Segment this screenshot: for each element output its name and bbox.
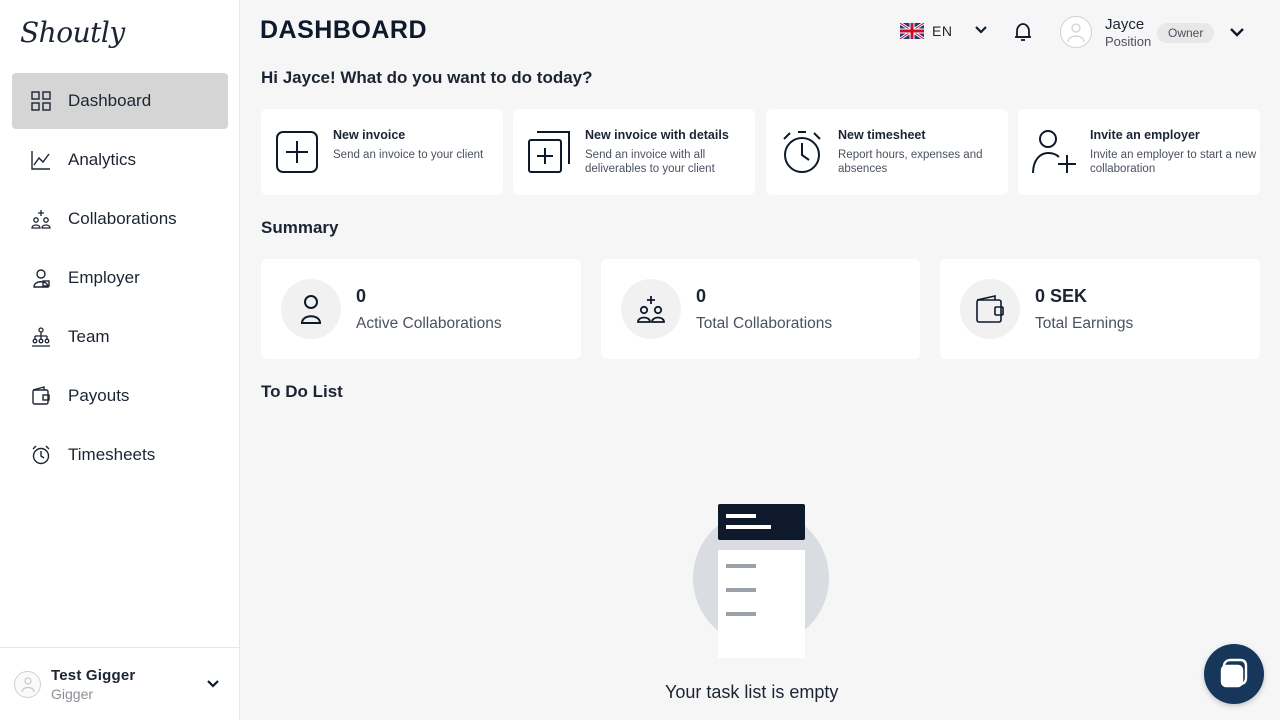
uk-flag-icon — [900, 23, 924, 39]
sidebar-item-label: Team — [68, 327, 110, 346]
greeting: Hi Jayce! What do you want to do today? — [261, 68, 593, 87]
language-code: EN — [932, 23, 953, 39]
sidebar-item-label: Collaborations — [68, 209, 177, 228]
empty-tasks-illustration — [693, 504, 829, 658]
action-title: New timesheet — [838, 128, 926, 142]
chart-line-icon — [30, 149, 52, 171]
action-title: New invoice — [333, 128, 406, 142]
summary-title: Summary — [261, 218, 339, 237]
sidebar-item-dashboard[interactable]: Dashboard — [12, 73, 228, 129]
sidebar-item-employer[interactable]: Employer — [12, 250, 228, 306]
account-name: Test Gigger — [51, 666, 136, 684]
account-info: Test Gigger Gigger — [51, 667, 135, 702]
sidebar-item-timesheets[interactable]: Timesheets — [12, 427, 228, 483]
wallet-icon — [30, 385, 52, 407]
avatar — [14, 670, 41, 698]
app-logo[interactable]: Shoutly — [20, 16, 125, 49]
action-description: Send an invoice to your client — [333, 149, 484, 161]
chevron-down-icon[interactable] — [206, 676, 220, 694]
new-invoice-card[interactable]: New invoice Send an invoice to your clie… — [261, 109, 503, 195]
plus-square-icon — [261, 109, 323, 195]
bell-icon[interactable] — [1012, 21, 1034, 48]
todo-title: To Do List — [261, 382, 343, 401]
summary-card-earnings: 0 SEK Total Earnings — [940, 259, 1260, 359]
people-plus-icon — [621, 279, 681, 339]
summary-value: 0 — [696, 285, 707, 306]
user-name: Jayce — [1105, 16, 1145, 33]
new-invoice-details-card[interactable]: New invoice with details Send an invoice… — [513, 109, 755, 195]
user-position: Position — [1105, 34, 1152, 49]
avatar[interactable] — [1060, 16, 1092, 48]
sidebar-item-payouts[interactable]: Payouts — [12, 368, 228, 424]
action-description: Send an invoice with all deliverables to… — [585, 149, 715, 175]
role-badge: Owner — [1157, 23, 1215, 43]
summary-card-total: 0 Total Collaborations — [601, 259, 920, 359]
people-plus-icon — [30, 208, 52, 230]
empty-state-text: Your task list is empty — [665, 682, 839, 702]
summary-value: 0 — [356, 285, 367, 306]
summary-card-active: 0 Active Collaborations — [261, 259, 581, 359]
sidebar-item-label: Employer — [68, 268, 140, 287]
language-selector[interactable]: EN — [900, 22, 988, 40]
action-description: Report hours, expenses and absences — [838, 149, 983, 175]
sidebar-item-collaborations[interactable]: Collaborations — [12, 191, 228, 247]
dashboard-grid-icon — [30, 90, 52, 112]
plus-stack-icon — [513, 109, 575, 195]
chat-launcher-button[interactable] — [1204, 644, 1264, 704]
wallet-icon — [960, 279, 1020, 339]
sidebar-nav: Dashboard Analytics Collaborations Emplo… — [12, 73, 228, 486]
sidebar-item-team[interactable]: Team — [12, 309, 228, 365]
new-timesheet-card[interactable]: New timesheet Report hours, expenses and… — [766, 109, 1008, 195]
chevron-down-icon[interactable] — [1229, 26, 1245, 44]
team-icon — [30, 326, 52, 348]
sidebar-item-label: Payouts — [68, 386, 130, 405]
summary-value: 0 SEK — [1035, 285, 1088, 306]
employer-person-icon — [30, 267, 52, 289]
action-title: New invoice with details — [585, 128, 729, 142]
sidebar-item-label: Timesheets — [68, 445, 156, 464]
summary-label: Active Collaborations — [356, 314, 502, 332]
person-add-icon — [1018, 109, 1080, 195]
invite-employer-card[interactable]: Invite an employer Invite an employer to… — [1018, 109, 1260, 195]
sidebar-item-label: Dashboard — [68, 91, 152, 110]
account-role: Gigger — [51, 685, 94, 702]
sidebar-item-label: Analytics — [68, 150, 137, 169]
chevron-down-icon — [974, 22, 988, 40]
summary-label: Total Earnings — [1035, 314, 1134, 332]
stopwatch-icon — [30, 444, 52, 466]
chat-bubble-icon — [1218, 656, 1250, 693]
sidebar: Shoutly Dashboard Analytics Collaboratio… — [0, 0, 240, 720]
account-switcher[interactable]: Test Gigger Gigger — [0, 647, 240, 720]
page-title: DASHBOARD — [260, 16, 427, 44]
sidebar-item-analytics[interactable]: Analytics — [12, 132, 228, 188]
action-description: Invite an employer to start a new collab… — [1090, 149, 1257, 175]
person-icon — [281, 279, 341, 339]
stopwatch-icon — [766, 109, 828, 195]
summary-label: Total Collaborations — [696, 314, 833, 332]
action-title: Invite an employer — [1090, 128, 1200, 142]
